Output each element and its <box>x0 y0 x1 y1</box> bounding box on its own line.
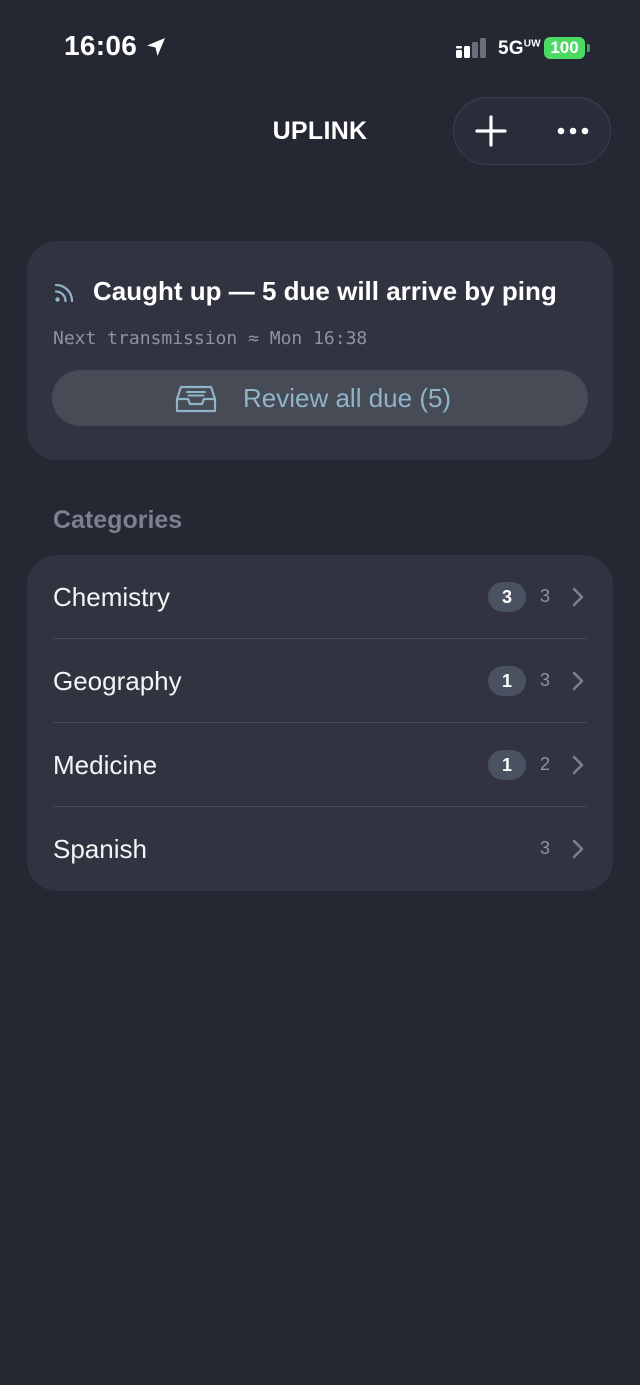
category-row-geography[interactable]: Geography 1 3 <box>27 639 613 723</box>
rss-feed-icon <box>54 283 74 303</box>
nav-actions-pill <box>453 97 611 165</box>
chevron-right-icon <box>572 587 584 607</box>
total-count: 3 <box>539 586 550 606</box>
chevron-right-icon <box>572 755 584 775</box>
location-arrow-icon <box>147 38 165 56</box>
category-row-spanish[interactable]: Spanish 3 <box>27 807 613 891</box>
category-label: Medicine <box>53 750 158 780</box>
status-headline: Caught up — 5 due will arrive by ping <box>93 276 557 306</box>
status-time: 16:06 <box>64 30 138 61</box>
status-card: Caught up — 5 due will arrive by ping Ne… <box>27 241 613 460</box>
category-row-chemistry[interactable]: Chemistry 3 3 <box>27 555 613 639</box>
ellipsis-icon <box>557 127 589 135</box>
battery-cap <box>587 44 590 52</box>
network-type: 5GUW <box>498 38 541 59</box>
total-count: 3 <box>539 670 550 690</box>
plus-icon <box>475 115 507 147</box>
total-count: 2 <box>539 754 550 774</box>
due-count-badge: 1 <box>488 666 526 696</box>
status-bar: 16:06 5GUW 100 <box>0 0 640 90</box>
review-all-due-button[interactable]: Review all due (5) <box>52 370 588 426</box>
review-all-due-label: Review all due (5) <box>243 383 452 413</box>
due-count-badge: 1 <box>488 750 526 780</box>
next-transmission-text: Next transmission ≈ Mon 16:38 <box>53 328 368 349</box>
chevron-right-icon <box>572 671 584 691</box>
signal-strength-icon <box>456 38 486 58</box>
total-count: 3 <box>539 838 550 858</box>
due-count-badge: 3 <box>488 582 526 612</box>
category-row-medicine[interactable]: Medicine 1 2 <box>27 723 613 807</box>
categories-header: Categories <box>53 506 183 534</box>
battery-indicator: 100 <box>544 37 585 59</box>
category-label: Geography <box>53 666 182 696</box>
battery-level: 100 <box>550 38 579 57</box>
add-button[interactable] <box>468 108 514 154</box>
more-options-button[interactable] <box>550 108 596 154</box>
category-label: Chemistry <box>53 582 171 612</box>
category-label: Spanish <box>53 834 147 864</box>
inbox-tray-icon <box>175 385 217 413</box>
chevron-right-icon <box>572 839 584 859</box>
category-list: Chemistry 3 3 Geography 1 3 Medicine 1 2… <box>27 555 613 891</box>
